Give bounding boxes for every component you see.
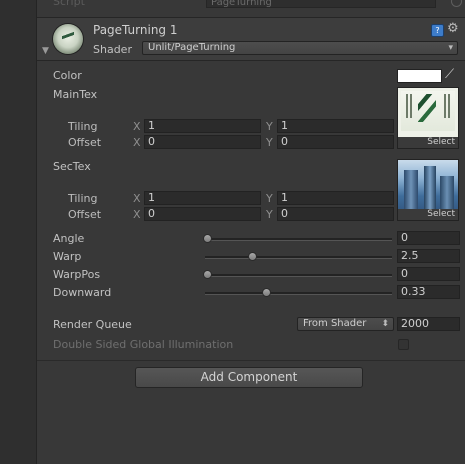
- chevron-down-icon: ▾: [448, 43, 453, 53]
- sectex-offset-y-field[interactable]: 0: [277, 207, 394, 221]
- warppos-slider-track[interactable]: [205, 274, 392, 277]
- gear-icon[interactable]: ⚙: [447, 21, 459, 36]
- sectex-thumbnail[interactable]: Select: [397, 159, 459, 221]
- render-queue-label: Render Queue: [53, 318, 132, 331]
- dsgi-checkbox[interactable]: [398, 339, 409, 350]
- color-label: Color: [53, 69, 82, 82]
- maintex-label: MainTex: [53, 88, 98, 101]
- warppos-label: WarpPos: [53, 268, 101, 281]
- angle-value-field[interactable]: 0: [397, 231, 460, 245]
- maintex-offset-x-field[interactable]: 0: [144, 135, 261, 149]
- sectex-select-button[interactable]: Select: [398, 209, 458, 220]
- downward-label: Downward: [53, 286, 112, 299]
- warp-value-field[interactable]: 2.5: [397, 249, 460, 263]
- help-book-icon[interactable]: ?: [431, 24, 444, 37]
- sectex-tiling-y-label: Y: [266, 192, 273, 205]
- material-name: PageTurning 1: [93, 23, 178, 37]
- maintex-thumbnail[interactable]: Select: [397, 87, 459, 149]
- sectex-offset-x-field[interactable]: 0: [144, 207, 261, 221]
- sectex-offset-x-label: X: [133, 208, 141, 221]
- sectex-tiling-y-field[interactable]: 1: [277, 191, 394, 205]
- script-label: Script: [53, 0, 85, 8]
- maintex-offset-x-label: X: [133, 136, 141, 149]
- shader-dropdown[interactable]: Unlit/PageTurning ▾: [142, 41, 458, 55]
- shader-label: Shader: [93, 43, 132, 56]
- sectex-tiling-x-field[interactable]: 1: [144, 191, 261, 205]
- warp-label: Warp: [53, 250, 82, 263]
- sectex-offset-y-label: Y: [266, 208, 273, 221]
- sectex-tiling-label: Tiling: [68, 192, 98, 205]
- color-picker-icon[interactable]: ⟋: [445, 67, 454, 82]
- maintex-offset-y-field[interactable]: 0: [277, 135, 394, 149]
- maintex-offset-y-label: Y: [266, 136, 273, 149]
- downward-slider-track[interactable]: [205, 292, 392, 295]
- warp-slider-thumb[interactable]: [247, 252, 257, 261]
- divider: [37, 360, 465, 361]
- angle-label: Angle: [53, 232, 85, 245]
- dsgi-label: Double Sided Global Illumination: [53, 338, 234, 351]
- downward-slider-thumb[interactable]: [261, 288, 271, 297]
- render-queue-value-field[interactable]: 2000: [397, 317, 460, 331]
- warppos-slider-thumb[interactable]: [203, 270, 212, 279]
- render-queue-mode: From Shader: [303, 318, 367, 329]
- maintex-tiling-label: Tiling: [68, 120, 98, 133]
- maintex-select-button[interactable]: Select: [398, 137, 458, 148]
- warp-slider-track[interactable]: [205, 256, 392, 259]
- angle-slider-track[interactable]: [205, 238, 392, 241]
- foldout-arrow-icon[interactable]: ▼: [42, 46, 49, 56]
- stepper-arrows-icon: ⬍: [381, 319, 389, 329]
- maintex-tiling-x-field[interactable]: 1: [144, 119, 261, 133]
- maintex-offset-label: Offset: [68, 136, 102, 149]
- sectex-tiling-x-label: X: [133, 192, 141, 205]
- maintex-tiling-x-label: X: [133, 120, 141, 133]
- warppos-value-field[interactable]: 0: [397, 267, 460, 281]
- maintex-tiling-y-label: Y: [266, 120, 273, 133]
- color-swatch[interactable]: [397, 69, 442, 83]
- downward-value-field[interactable]: 0.33: [397, 285, 460, 299]
- render-queue-dropdown[interactable]: From Shader ⬍: [297, 317, 394, 331]
- angle-slider-thumb[interactable]: [203, 234, 212, 243]
- left-panel-strip: [0, 0, 37, 464]
- add-component-button[interactable]: Add Component: [135, 367, 363, 388]
- sectex-label: SecTex: [53, 160, 91, 173]
- script-field[interactable]: PageTurning: [206, 0, 436, 8]
- shader-dropdown-value: Unlit/PageTurning: [148, 42, 236, 53]
- sectex-offset-label: Offset: [68, 208, 102, 221]
- maintex-tiling-y-field[interactable]: 1: [277, 119, 394, 133]
- material-preview: [53, 24, 83, 54]
